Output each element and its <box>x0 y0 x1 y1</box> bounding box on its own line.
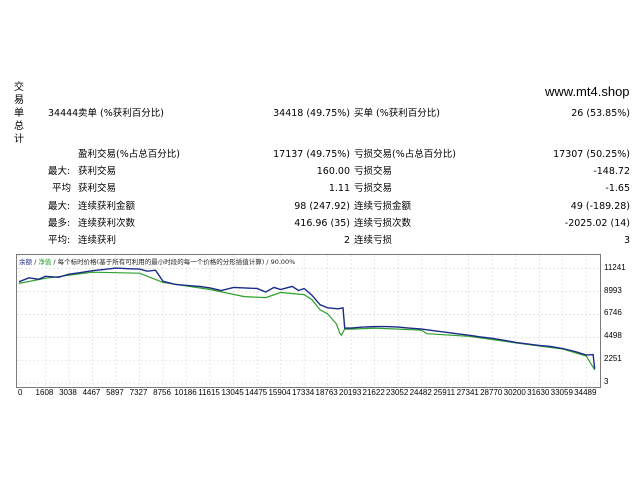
top-blank-area <box>0 0 640 79</box>
x-tick-label: 5897 <box>106 388 124 397</box>
x-tick-label: 34489 <box>574 388 597 397</box>
x-tick-label: 28770 <box>480 388 503 397</box>
row-3-c4: 亏损交易 <box>354 183 393 194</box>
row-5-c4: 连续亏损次数 <box>354 218 412 229</box>
row-3-c1: 平均 <box>52 183 72 194</box>
x-tick-label: 13045 <box>221 388 244 397</box>
row-6-c3: 2 <box>343 235 350 246</box>
row-3-c2: 获利交易 <box>78 183 117 194</box>
row-0-c4: 买单 (%获利百分比) <box>354 108 440 119</box>
x-tick-label: 33059 <box>550 388 573 397</box>
row-0-c1: 34444 <box>48 108 79 119</box>
row-6-c5: 3 <box>623 235 630 246</box>
equity-series-line <box>18 271 596 371</box>
legend-equity: 净值 <box>38 258 52 266</box>
brand-watermark: www.mt4.shop <box>545 84 630 99</box>
balance-series-line <box>18 267 596 369</box>
chart-legend: 余额 / 净值 / 每个标时价格(基于所有可利用的最小时段的每一个价格的分形插值… <box>19 258 296 266</box>
x-tick-label: 24482 <box>409 388 432 397</box>
y-tick-label: 11241 <box>604 262 626 272</box>
x-tick-label: 4467 <box>82 388 101 397</box>
row-4-c3: 98 (247.92) <box>294 201 350 212</box>
side-label-char: 计 <box>14 134 24 145</box>
row-4-c1: 最大: <box>48 201 71 212</box>
y-tick-label: 6746 <box>604 308 622 318</box>
row-5-c2: 连续获利次数 <box>78 218 136 229</box>
row-2-c2: 获利交易 <box>78 166 117 177</box>
x-tick-label: 8756 <box>153 388 171 397</box>
chart-y-axis: 11241 8993 6746 4498 2251 3 <box>600 254 640 394</box>
row-3-c5: -1.65 <box>605 183 630 194</box>
x-tick-label: 25911 <box>433 388 456 397</box>
side-label-char: 总 <box>14 121 24 132</box>
row-4-c2: 连续获利金额 <box>78 201 136 212</box>
x-tick-label: 20193 <box>339 388 362 397</box>
x-tick-label: 7327 <box>129 388 148 397</box>
y-tick-label: 2251 <box>604 354 622 364</box>
row-3-c3: 1.11 <box>328 183 350 194</box>
row-6-c2: 连续获利 <box>78 235 117 246</box>
x-tick-label: 23052 <box>386 388 409 397</box>
balance-chart-svg <box>17 255 600 387</box>
x-tick-label: 10186 <box>174 388 197 397</box>
row-5-c5: -2025.02 (14) <box>564 218 630 229</box>
y-tick-label: 3 <box>604 377 609 386</box>
x-tick-label: 15904 <box>268 388 291 397</box>
summary-side-label: 交 易 单 总 计 <box>13 81 25 146</box>
row-2-c4: 亏损交易 <box>354 166 393 177</box>
row-6-c4: 连续亏损 <box>354 235 393 246</box>
side-label-char: 交 <box>14 82 24 93</box>
x-tick-label: 27341 <box>456 388 479 397</box>
row-1-c5: 17307 (50.25%) <box>553 149 630 160</box>
row-5-c3: 416.96 (35) <box>294 218 350 229</box>
side-label-char: 易 <box>14 95 24 106</box>
row-2-c3: 160.00 <box>316 166 350 177</box>
legend-balance: 余额 <box>19 258 32 266</box>
x-tick-label: 14475 <box>244 388 268 397</box>
row-0-c3: 34418 (49.75%) <box>273 108 350 119</box>
row-1-c4: 亏损交易(%占总百分比) <box>354 149 456 160</box>
row-1-c2: 盈利交易(%占总百分比) <box>78 149 180 160</box>
x-tick-label: 11615 <box>198 388 220 397</box>
side-label-char: 单 <box>14 108 24 119</box>
legend-quality: 90.00% <box>270 258 296 266</box>
x-tick-label: 18763 <box>315 388 338 397</box>
x-tick-label: 31630 <box>527 388 550 397</box>
x-tick-label: 3038 <box>59 388 77 397</box>
row-2-c5: -148.72 <box>593 166 630 177</box>
x-tick-label: 21622 <box>362 388 385 397</box>
row-0-c2: 卖单 (%获利百分比) <box>78 108 164 119</box>
row-4-c4: 连续亏损金额 <box>354 201 412 212</box>
row-1-c3: 17137 (49.75%) <box>273 149 350 160</box>
row-0-c5: 26 (53.85%) <box>571 108 630 119</box>
x-tick-label: 0 <box>18 388 23 397</box>
row-5-c1: 最多: <box>48 218 71 229</box>
balance-chart <box>16 254 601 388</box>
row-6-c1: 平均: <box>48 235 71 246</box>
legend-model: 每个标时价格(基于所有可利用的最小时段的每一个价格的分形插值计算) <box>57 258 265 266</box>
x-tick-label: 30200 <box>503 388 526 397</box>
y-tick-label: 4498 <box>604 331 622 341</box>
x-tick-label: 17334 <box>291 388 315 397</box>
row-2-c1: 最大: <box>48 166 71 177</box>
y-tick-label: 8993 <box>604 285 622 295</box>
chart-x-axis: 0 1608 3038 4467 5897 7327 8756 10186 11615 13045… <box>16 388 616 400</box>
row-4-c5: 49 (-189.28) <box>570 201 630 212</box>
x-tick-label: 1608 <box>35 388 54 397</box>
